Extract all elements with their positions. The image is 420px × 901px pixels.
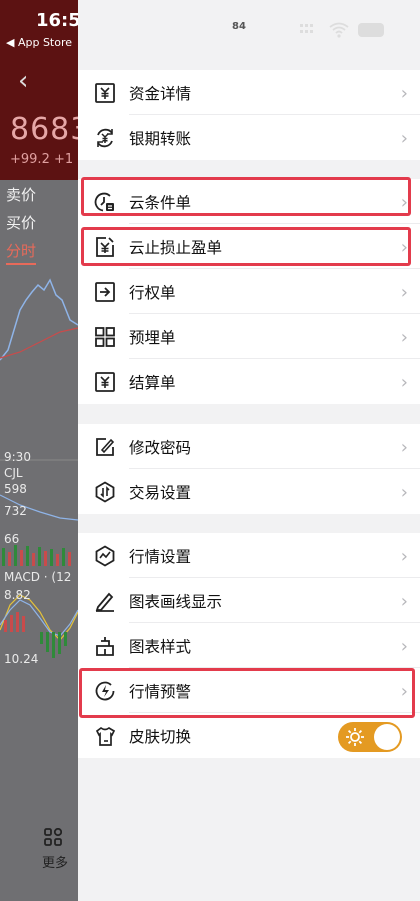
chevron-right-icon: › (400, 83, 408, 104)
menu-item-label: 行情预警 (129, 682, 192, 701)
price-line (0, 278, 78, 361)
alert-icon (94, 680, 116, 702)
cjl-value-3: 66 (4, 532, 20, 546)
menu-item-label: 云条件单 (129, 193, 192, 212)
more-grid-icon[interactable] (44, 828, 62, 846)
chevron-right-icon: › (400, 636, 408, 657)
macd-label: MACD · (12 (4, 570, 72, 584)
menu-item-trade-settings[interactable]: 交易设置 › (78, 469, 420, 514)
stop-loss-icon (94, 236, 116, 258)
skin-icon (94, 725, 116, 747)
menu-item-chart-drawing[interactable]: 图表画线显示 › (78, 578, 420, 623)
chart-time-start: 9:30 (4, 450, 31, 464)
battery-icon (358, 23, 384, 37)
menu-group-display: 行情设置 › 图表画线显示 › 图表样式 › 行情预警 › 皮肤切换 (78, 533, 420, 758)
menu-item-preset-order[interactable]: 预埋单 › (78, 314, 420, 359)
edit-password-icon (94, 436, 116, 458)
macd-value-2: 10.24 (4, 652, 39, 666)
menu-item-label: 云止损止盈单 (129, 238, 223, 257)
settlement-icon (94, 371, 116, 393)
chart-style-icon (94, 635, 116, 657)
chevron-right-icon: › (400, 437, 408, 458)
settings-drawer: 84 资金详情 › 银期转账 › 云条件单 › 云止损止盈单 › 行权单 › 预… (78, 0, 420, 901)
menu-item-label: 行权单 (129, 283, 176, 302)
menu-item-cloud-condition-order[interactable]: 云条件单 › (78, 179, 420, 224)
background-trading-screen: 16:58 ◀ App Store ‹ 8683 +99.2 +1 卖价 买价 … (0, 0, 78, 901)
market-settings-icon (94, 544, 116, 567)
volume-bars (2, 545, 71, 566)
wifi-icon (329, 22, 349, 34)
cjl-label: CJL (4, 466, 23, 480)
chevron-right-icon: › (400, 327, 408, 348)
menu-item-settlement[interactable]: 结算单 › (78, 359, 420, 404)
exercise-icon (94, 281, 116, 303)
menu-item-label: 修改密码 (129, 438, 192, 457)
trade-settings-icon (94, 480, 116, 503)
cloud-condition-icon (94, 191, 116, 213)
chevron-right-icon: › (400, 482, 408, 503)
cjl-value-2: 732 (4, 504, 27, 518)
battery-level: 84 (232, 21, 246, 32)
yuan-exchange-icon (94, 127, 116, 149)
chevron-right-icon: › (400, 591, 408, 612)
toggle-knob (374, 724, 400, 750)
yuan-box-icon (94, 82, 116, 104)
menu-group-orders: 云条件单 › 云止损止盈单 › 行权单 › 预埋单 › 结算单 › (78, 179, 420, 404)
menu-item-label: 资金详情 (129, 84, 192, 103)
menu-item-market-alert[interactable]: 行情预警 › (78, 668, 420, 713)
menu-item-fund-details[interactable]: 资金详情 › (78, 70, 420, 115)
chevron-right-icon: › (400, 128, 408, 149)
menu-item-label: 图表样式 (129, 637, 192, 656)
menu-item-chart-style[interactable]: 图表样式 › (78, 623, 420, 668)
cjl-value-1: 598 (4, 482, 27, 496)
chevron-right-icon: › (400, 237, 408, 258)
chevron-right-icon: › (400, 546, 408, 567)
pen-icon (94, 590, 116, 612)
menu-item-skin-switch[interactable]: 皮肤切换 (78, 713, 420, 758)
menu-item-change-password[interactable]: 修改密码 › (78, 424, 420, 469)
chevron-right-icon: › (400, 192, 408, 213)
more-label[interactable]: 更多 (42, 852, 68, 871)
chevron-right-icon: › (400, 282, 408, 303)
grid-icon (94, 326, 116, 348)
macd-value-1: 8.82 (4, 588, 31, 602)
status-icons (300, 22, 384, 38)
menu-item-label: 皮肤切换 (129, 727, 192, 746)
menu-item-stop-loss-order[interactable]: 云止损止盈单 › (78, 224, 420, 269)
menu-group-funds: 资金详情 › 银期转账 › (78, 70, 420, 160)
skin-toggle[interactable] (338, 722, 402, 752)
menu-item-label: 预埋单 (129, 328, 176, 347)
menu-item-label: 图表画线显示 (129, 592, 223, 611)
chevron-right-icon: › (400, 372, 408, 393)
chevron-right-icon: › (400, 681, 408, 702)
menu-item-exercise-order[interactable]: 行权单 › (78, 269, 420, 314)
menu-item-label: 行情设置 (129, 547, 192, 566)
menu-item-bank-transfer[interactable]: 银期转账 › (78, 115, 420, 160)
menu-item-label: 银期转账 (129, 129, 192, 148)
average-line (0, 327, 78, 359)
cellular-signal-icon (300, 24, 313, 33)
sun-icon (346, 728, 364, 746)
menu-item-label: 结算单 (129, 373, 176, 392)
menu-group-security: 修改密码 › 交易设置 › (78, 424, 420, 514)
menu-item-label: 交易设置 (129, 483, 192, 502)
menu-item-market-settings[interactable]: 行情设置 › (78, 533, 420, 578)
